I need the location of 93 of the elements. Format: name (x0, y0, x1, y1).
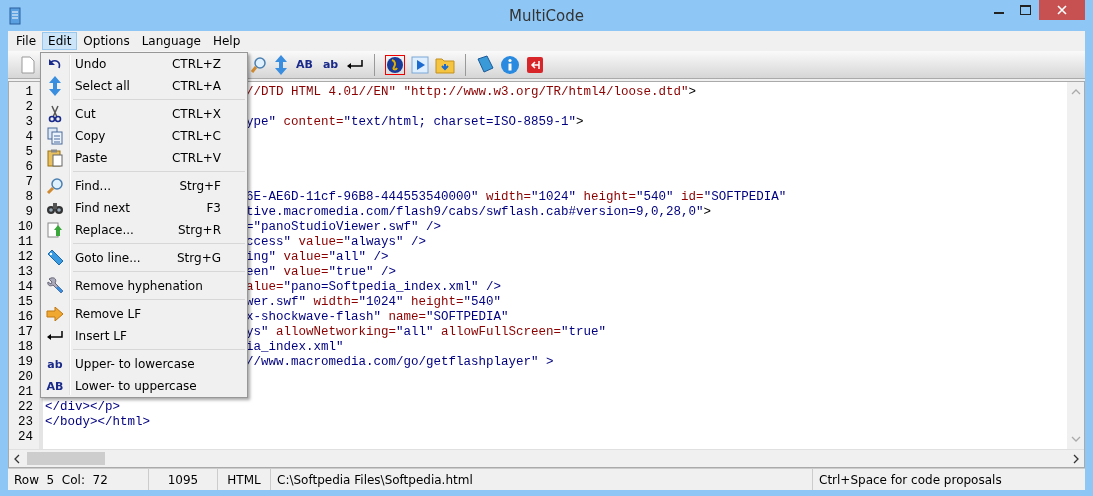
scissors-icon (48, 105, 62, 123)
line-number: 7 (24, 175, 33, 190)
line-number: 20 (17, 370, 33, 385)
binoculars-icon (46, 201, 64, 215)
clipboard-icon (47, 149, 63, 167)
close-icon (1057, 5, 1067, 15)
menu-item[interactable]: Undo CTRL+Z (41, 53, 247, 75)
menu-item[interactable]: Paste CTRL+V (41, 147, 247, 169)
line-number: 22 (17, 400, 33, 415)
status-cell: Row 5 Col: 72 (8, 469, 149, 490)
wrench-icon (46, 277, 64, 295)
line-number: 4 (24, 130, 33, 145)
line-number: 18 (17, 340, 33, 355)
up-down-arrows-icon[interactable] (274, 54, 288, 75)
exit-icon[interactable] (526, 55, 545, 74)
menu-item[interactable]: Edit (42, 32, 78, 50)
line-number: 1 (24, 85, 33, 100)
maximize-icon (1020, 5, 1031, 15)
menu-item[interactable]: Language (135, 32, 207, 50)
menu-item[interactable]: Cut CTRL+X (41, 103, 247, 125)
menu-item[interactable]: Replace... Strg+R (41, 219, 247, 241)
case-button[interactable]: ab (320, 58, 341, 71)
globe-icon[interactable] (385, 54, 406, 75)
line-number: 5 (24, 145, 33, 160)
minimize-icon (993, 12, 1004, 14)
folder-icon[interactable] (435, 55, 456, 74)
menu-item[interactable]: AB Lower- to uppercase (41, 375, 247, 397)
scrollbar-thumb[interactable] (27, 452, 105, 465)
line-number: 13 (17, 265, 33, 280)
line-number: 24 (17, 430, 33, 445)
menu-item[interactable]: Options (77, 32, 136, 50)
tag-icon (46, 249, 64, 267)
menu-item[interactable]: Help (206, 32, 247, 50)
menu-item[interactable]: File (10, 32, 43, 50)
info-icon[interactable] (500, 54, 521, 75)
return-arrow-icon (46, 330, 64, 342)
line-number: 6 (24, 160, 33, 175)
code-line: 6E-AE6D-11cf-96B8-444553540000" width="1024" height="540" id="SOFTPEDIA" (246, 190, 787, 205)
line-number: 9 (24, 205, 33, 220)
line-number: 23 (17, 415, 33, 430)
line-number: 14 (17, 280, 33, 295)
status-cell: C:\Softpedia Files\Softpedia.html (271, 469, 813, 490)
magnifier-icon (46, 177, 64, 195)
right-arrow-icon (46, 307, 64, 321)
copy-icon (47, 127, 63, 145)
status-cell: 1095 (149, 469, 218, 490)
code-line: ia_index.xml" (246, 340, 344, 355)
menu-item[interactable]: Remove hyphenation (41, 275, 247, 297)
magnifier-icon[interactable] (250, 55, 268, 74)
code-line: x-shockwave-flash" name="SOFTPEDIA" (246, 310, 509, 325)
code-line: ing" value="all" /> (246, 250, 389, 265)
code-line: </body></html> (45, 415, 151, 430)
scroll-right-icon[interactable] (1072, 453, 1080, 464)
menu-item[interactable]: Remove LF (41, 303, 247, 325)
menu-item[interactable]: ab Upper- to lowercase (41, 353, 247, 375)
case-icon: AB (46, 379, 64, 393)
code-line: //www.macromedia.com/go/getflashplayer" > (246, 355, 554, 370)
line-number: 15 (17, 295, 33, 310)
undo-icon (48, 58, 62, 70)
menu-item[interactable]: Find... Strg+F (41, 175, 247, 197)
line-number: 2 (24, 100, 33, 115)
case-button[interactable]: AB (294, 58, 315, 71)
line-number: 17 (17, 325, 33, 340)
code-line: alue="pano=Softpedia_index.xml" /> (246, 280, 502, 295)
code-line: ="panoStudioViewer.swf" /> (246, 220, 442, 235)
horizontal-scrollbar[interactable] (9, 449, 1084, 467)
play-icon[interactable] (411, 55, 430, 74)
menu-item[interactable]: Find next F3 (41, 197, 247, 219)
line-number: 10 (17, 220, 33, 235)
return-arrow-icon[interactable] (346, 58, 365, 71)
line-number: 12 (17, 250, 33, 265)
scroll-left-icon[interactable] (13, 453, 21, 464)
status-cell-text: Ctrl+Space for code proposals (818, 471, 1003, 489)
scroll-icon (8, 6, 22, 25)
book-icon[interactable] (476, 54, 495, 75)
line-number: 11 (17, 235, 33, 250)
case-icon: ab (47, 357, 63, 371)
line-number: 16 (17, 310, 33, 325)
window-title: MultiCode (508, 6, 585, 25)
code-line: //DTD HTML 4.01//EN" "http://www.w3.org/TR/html4/loose.dtd"> (246, 85, 697, 100)
line-number: 3 (24, 115, 33, 130)
replace-icon (47, 221, 63, 239)
menu-item[interactable]: Copy CTRL+C (41, 125, 247, 147)
line-number: 19 (17, 355, 33, 370)
code-line: </div></p> (45, 400, 120, 415)
up-down-arrows-icon (48, 76, 62, 96)
menu-item[interactable]: Goto line... Strg+G (41, 247, 247, 269)
menu-item[interactable]: Insert LF (41, 325, 247, 347)
line-number: 8 (24, 190, 33, 205)
status-cell: HTML (218, 469, 271, 490)
line-number: 21 (17, 385, 33, 400)
menu-item[interactable]: Select all CTRL+A (41, 75, 247, 97)
code-line: tive.macromedia.com/flash9/cabs/swflash.cab#version=9,0,28,0"> (246, 205, 712, 220)
